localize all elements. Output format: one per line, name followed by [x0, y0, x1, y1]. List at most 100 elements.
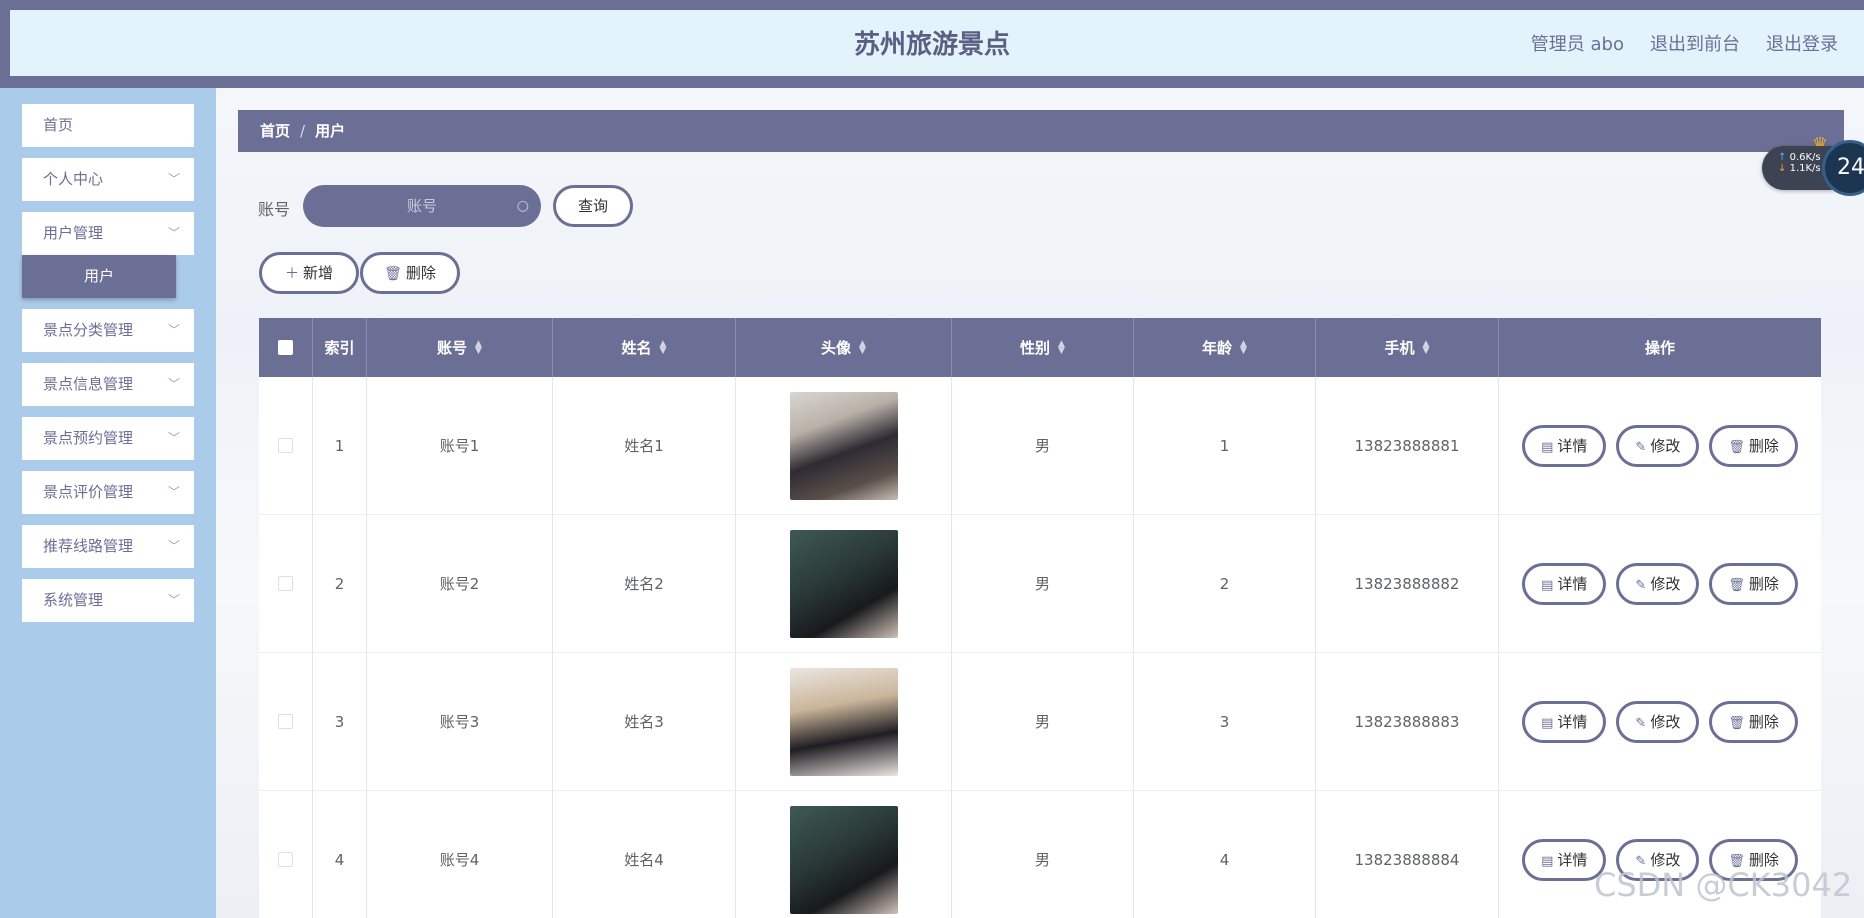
chevron-down-icon: ﹀	[167, 539, 180, 553]
row-checkbox[interactable]	[278, 438, 293, 453]
delete-button[interactable]: 🗑 删除	[1709, 700, 1798, 743]
upload-speed: 0.6K/s	[1789, 152, 1821, 163]
sort-icon[interactable]: ▲ ▼	[1423, 339, 1430, 355]
sidebar-item-spot-info-management[interactable]: 景点信息管理 ﹀	[22, 363, 194, 406]
column-header-actions: 操作	[1499, 318, 1821, 377]
row-select-cell	[259, 791, 313, 918]
sidebar-item-label: 景点评价管理	[43, 483, 134, 501]
edit-button[interactable]: ✎ 修改	[1616, 700, 1700, 743]
exit-to-frontend-link[interactable]: 退出到前台	[1650, 30, 1740, 56]
sidebar-item-user-management[interactable]: 用户管理 ﹀	[22, 212, 194, 255]
cell-age: 1	[1134, 377, 1316, 514]
cell-index: 2	[313, 515, 367, 652]
edit-icon: ✎	[1635, 439, 1647, 455]
cell-avatar	[736, 653, 952, 790]
cell-phone: 13823888884	[1316, 791, 1499, 918]
sort-icon[interactable]: ▲ ▼	[475, 339, 482, 355]
delete-label: 删除	[1748, 574, 1779, 593]
sidebar-item-review-management[interactable]: 景点评价管理 ﹀	[22, 471, 194, 514]
edit-button[interactable]: ✎ 修改	[1616, 424, 1700, 467]
row-checkbox[interactable]	[278, 714, 293, 729]
breadcrumb-current: 用户	[315, 122, 346, 140]
search-input[interactable]: 账号 ○	[303, 185, 541, 227]
delete-label: 删除	[1748, 712, 1779, 731]
sidebar-item-personal-center[interactable]: 个人中心 ﹀	[22, 158, 194, 201]
select-all-checkbox[interactable]	[278, 340, 293, 355]
document-icon: ▤	[1541, 715, 1554, 731]
document-icon: ▤	[1541, 853, 1554, 869]
sidebar-item-label: 景点预约管理	[43, 429, 134, 447]
avatar[interactable]	[789, 667, 898, 776]
cell-gender: 男	[952, 653, 1134, 790]
delete-button[interactable]: 🗑 删除	[1709, 562, 1798, 605]
sidebar-subitem-users[interactable]: 用户	[22, 255, 176, 298]
row-select-cell	[259, 377, 313, 514]
cell-account: 账号1	[367, 377, 553, 514]
column-header-index: 索引	[313, 318, 367, 377]
avatar[interactable]	[789, 805, 898, 914]
add-button[interactable]: ＋新增	[259, 252, 359, 294]
cell-phone: 13823888882	[1316, 515, 1499, 652]
main-content: 首页 / 用户 ♛ 账号 账号 ○ 查询 ＋新增 🗑 删除 索引 账号 ▲ ▼ 姓名 ▲ ▼ …	[216, 88, 1864, 918]
breadcrumb-separator: /	[300, 122, 306, 140]
edit-button[interactable]: ✎ 修改	[1616, 562, 1700, 605]
logout-link[interactable]: 退出登录	[1766, 30, 1838, 56]
users-table: 索引 账号 ▲ ▼ 姓名 ▲ ▼ 头像 ▲ ▼ 性别 ▲ ▼ 年龄 ▲ ▼ 手机 ▲ ▼ 操作 1 账号…	[259, 318, 1821, 918]
edit-icon: ✎	[1635, 577, 1647, 593]
chevron-down-icon: ﹀	[167, 226, 180, 240]
detail-label: 详情	[1557, 436, 1588, 455]
cell-age: 2	[1134, 515, 1316, 652]
sort-icon[interactable]: ▲ ▼	[1058, 339, 1065, 355]
sidebar-item-category-management[interactable]: 景点分类管理 ﹀	[22, 309, 194, 352]
sidebar-item-route-management[interactable]: 推荐线路管理 ﹀	[22, 525, 194, 568]
delete-button-label: 删除	[405, 264, 436, 282]
detail-button[interactable]: ▤ 详情	[1522, 562, 1607, 605]
cell-name: 姓名3	[553, 653, 736, 790]
sidebar-item-label: 首页	[43, 116, 74, 134]
plus-icon: ＋	[284, 266, 299, 282]
column-header-gender[interactable]: 性别 ▲ ▼	[952, 318, 1134, 377]
table-row: 3 账号3 姓名3 男 3 13823888883 ▤ 详情 ✎ 修改 🗑 删除	[259, 653, 1821, 791]
search-label: 账号	[258, 200, 291, 219]
chevron-down-icon: ﹀	[167, 323, 180, 337]
sort-icon[interactable]: ▲ ▼	[660, 339, 667, 355]
column-header-name[interactable]: 姓名 ▲ ▼	[553, 318, 736, 377]
breadcrumb-home[interactable]: 首页	[260, 122, 290, 140]
sidebar-item-label: 系统管理	[43, 591, 104, 609]
top-links: 管理员 abo 退出到前台 退出登录	[1531, 30, 1838, 56]
cell-index: 3	[313, 653, 367, 790]
detail-button[interactable]: ▤ 详情	[1522, 424, 1607, 467]
sort-icon[interactable]: ▲ ▼	[859, 339, 866, 355]
sidebar-item-booking-management[interactable]: 景点预约管理 ﹀	[22, 417, 194, 460]
column-header-avatar[interactable]: 头像 ▲ ▼	[736, 318, 952, 377]
column-header-account[interactable]: 账号 ▲ ▼	[367, 318, 553, 377]
column-header-phone[interactable]: 手机 ▲ ▼	[1316, 318, 1499, 377]
sidebar-item-label: 景点信息管理	[43, 375, 134, 393]
sidebar-item-label: 个人中心	[43, 170, 104, 188]
avatar[interactable]	[789, 529, 898, 638]
detail-label: 详情	[1557, 712, 1588, 731]
sidebar-item-system-management[interactable]: 系统管理 ﹀	[22, 579, 194, 622]
avatar[interactable]	[789, 391, 898, 500]
table-row: 2 账号2 姓名2 男 2 13823888882 ▤ 详情 ✎ 修改 🗑 删除	[259, 515, 1821, 653]
column-header-label: 手机	[1384, 339, 1415, 357]
sort-icon[interactable]: ▲ ▼	[1240, 339, 1247, 355]
trash-icon: 🗑	[1728, 715, 1745, 731]
document-icon: ▤	[1541, 439, 1554, 455]
row-checkbox[interactable]	[278, 852, 293, 867]
row-select-cell	[259, 653, 313, 790]
query-button[interactable]: 查询	[553, 185, 633, 227]
detail-button[interactable]: ▤ 详情	[1522, 700, 1607, 743]
row-checkbox[interactable]	[278, 576, 293, 591]
delete-button[interactable]: 🗑 删除	[1709, 424, 1798, 467]
row-select-cell	[259, 515, 313, 652]
admin-user-link[interactable]: 管理员 abo	[1531, 30, 1624, 56]
column-header-age[interactable]: 年龄 ▲ ▼	[1134, 318, 1316, 377]
sidebar-item-home[interactable]: 首页	[22, 104, 194, 147]
cell-phone: 13823888883	[1316, 653, 1499, 790]
column-header-label: 年龄	[1202, 339, 1233, 357]
cell-gender: 男	[952, 515, 1134, 652]
cell-name: 姓名4	[553, 791, 736, 918]
batch-delete-button[interactable]: 🗑 删除	[360, 252, 460, 294]
chevron-down-icon: ﹀	[167, 431, 180, 445]
